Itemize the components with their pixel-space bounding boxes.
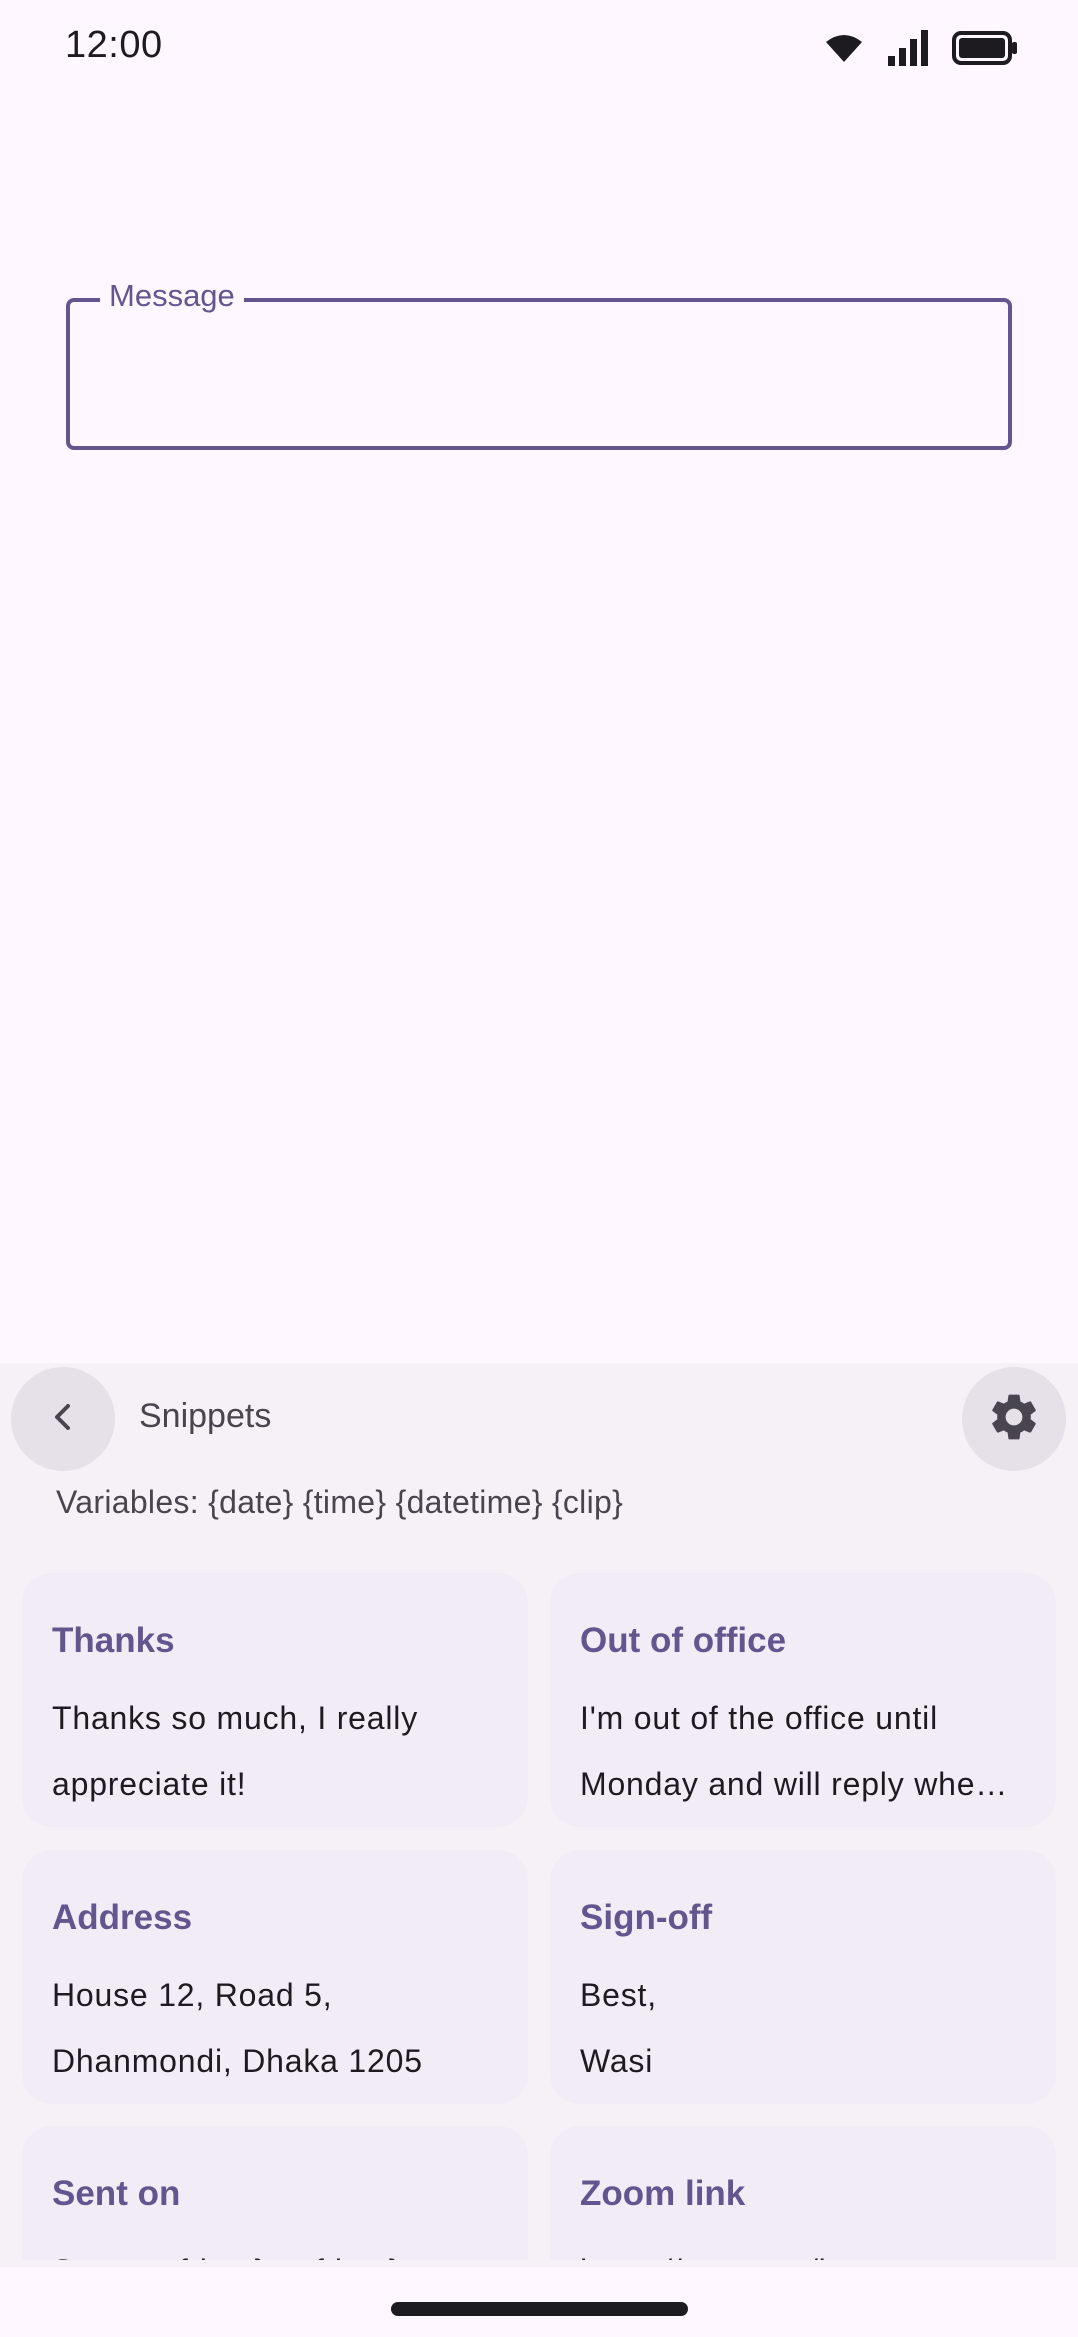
battery-icon — [952, 31, 1018, 65]
variables-hint: Variables: {date} {time} {datetime} {cli… — [56, 1484, 624, 1520]
panel-title: Snippets — [139, 1397, 272, 1435]
gear-icon — [986, 1389, 1042, 1450]
snippet-card-zoom-link[interactable]: Zoom link https://zoom.us/j — [550, 2126, 1056, 2260]
snippet-card-out-of-office[interactable]: Out of office I'm out of the office unti… — [550, 1573, 1056, 1827]
message-field-label: Message — [100, 276, 244, 316]
snippet-title: Sign-off — [580, 1898, 713, 1937]
snippet-card-thanks[interactable]: Thanks Thanks so much, I really apprecia… — [22, 1573, 528, 1827]
message-input[interactable] — [74, 306, 1004, 442]
snippet-line: Thanks so much, I really — [52, 1700, 418, 1736]
status-icons — [824, 28, 1018, 68]
snippet-card-sign-off[interactable]: Sign-off Best, Wasi — [550, 1850, 1056, 2104]
snippet-title: Out of office — [580, 1621, 787, 1660]
snippet-card-sent-on[interactable]: Sent on Sent on {date} at {time} — [22, 2126, 528, 2260]
snippet-card-address[interactable]: Address House 12, Road 5, Dhanmondi, Dha… — [22, 1850, 528, 2104]
status-bar: 12:00 — [0, 0, 1078, 96]
snippet-title: Zoom link — [580, 2174, 746, 2213]
snippet-preview: House 12, Road 5, Dhanmondi, Dhaka 1205 — [52, 1962, 514, 2094]
home-indicator[interactable] — [391, 2302, 688, 2316]
message-field[interactable] — [66, 298, 1012, 450]
snippet-line: Monday and will reply whe… — [580, 1766, 1009, 1802]
snippet-preview: Thanks so much, I really appreciate it! — [52, 1685, 514, 1817]
snippet-preview: Sent on {date} at {time} — [52, 2238, 514, 2260]
snippet-line: appreciate it! — [52, 1766, 247, 1802]
screen: 12:00 Message Snippets Variables: {date}… — [0, 0, 1078, 2337]
snippet-line: Best, — [580, 1977, 657, 2013]
snippet-line: Dhanmondi, Dhaka 1205 — [52, 2043, 423, 2079]
snippet-title: Sent on — [52, 2174, 181, 2213]
signal-icon — [886, 30, 930, 66]
wifi-icon — [824, 32, 864, 64]
snippet-preview: https://zoom.us/j — [580, 2238, 1042, 2260]
back-button[interactable] — [11, 1367, 115, 1471]
snippet-title: Thanks — [52, 1621, 175, 1660]
settings-button[interactable] — [962, 1367, 1066, 1471]
snippet-line: I'm out of the office until — [580, 1700, 938, 1736]
snippet-title: Address — [52, 1898, 193, 1937]
chevron-left-icon — [46, 1400, 80, 1439]
snippet-line: House 12, Road 5, — [52, 1977, 333, 2013]
snippet-preview: I'm out of the office until Monday and w… — [580, 1685, 1042, 1817]
snippet-line: Wasi — [580, 2043, 654, 2079]
status-time: 12:00 — [65, 24, 163, 66]
snippet-line: https://zoom.us/j — [580, 2238, 1042, 2260]
snippet-preview: Best, Wasi — [580, 1962, 1042, 2094]
snippet-line: Sent on {date} at {time} — [52, 2238, 514, 2260]
snippet-grid: Thanks Thanks so much, I really apprecia… — [0, 1560, 1078, 2260]
